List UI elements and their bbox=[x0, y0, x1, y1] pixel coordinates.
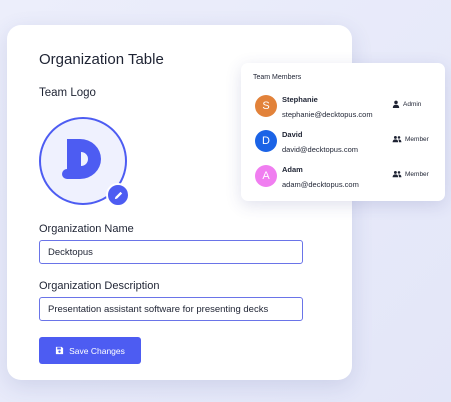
avatar: D bbox=[255, 130, 277, 152]
member-name: Adam bbox=[282, 165, 303, 174]
member-role-label: Member bbox=[405, 170, 429, 178]
member-name: David bbox=[282, 130, 303, 139]
member-role: Member bbox=[392, 135, 429, 143]
page-title: Organization Table bbox=[39, 51, 164, 68]
organization-description-input[interactable] bbox=[39, 297, 303, 321]
team-members-title: Team Members bbox=[253, 74, 302, 81]
member-name: Stephanie bbox=[282, 95, 318, 104]
team-member-row[interactable]: D David david@decktopus.com Member bbox=[241, 130, 445, 160]
group-icon bbox=[392, 170, 402, 178]
avatar: A bbox=[255, 165, 277, 187]
floppy-disk-icon bbox=[56, 346, 64, 355]
avatar: S bbox=[255, 95, 277, 117]
member-role: Member bbox=[392, 170, 429, 178]
member-email: stephanie@decktopus.com bbox=[282, 110, 373, 119]
save-changes-button[interactable]: Save Changes bbox=[39, 337, 141, 364]
member-role-label: Admin bbox=[403, 100, 422, 108]
team-logo-label: Team Logo bbox=[39, 87, 96, 99]
organization-name-input[interactable] bbox=[39, 240, 303, 264]
organization-description-label: Organization Description bbox=[39, 280, 160, 292]
member-role-label: Member bbox=[405, 135, 429, 143]
team-member-row[interactable]: A Adam adam@decktopus.com Member bbox=[241, 165, 445, 195]
member-email: adam@decktopus.com bbox=[282, 180, 359, 189]
member-email: david@decktopus.com bbox=[282, 145, 358, 154]
organization-name-label: Organization Name bbox=[39, 223, 134, 235]
team-member-row[interactable]: S Stephanie stephanie@decktopus.com Admi… bbox=[241, 95, 445, 125]
group-icon bbox=[392, 135, 402, 143]
team-members-panel: Team Members S Stephanie stephanie@deckt… bbox=[241, 63, 445, 201]
edit-logo-button[interactable] bbox=[106, 183, 130, 207]
person-icon bbox=[392, 100, 400, 108]
member-role: Admin bbox=[392, 100, 421, 108]
pencil-icon bbox=[114, 191, 122, 199]
save-changes-label: Save Changes bbox=[69, 345, 125, 356]
